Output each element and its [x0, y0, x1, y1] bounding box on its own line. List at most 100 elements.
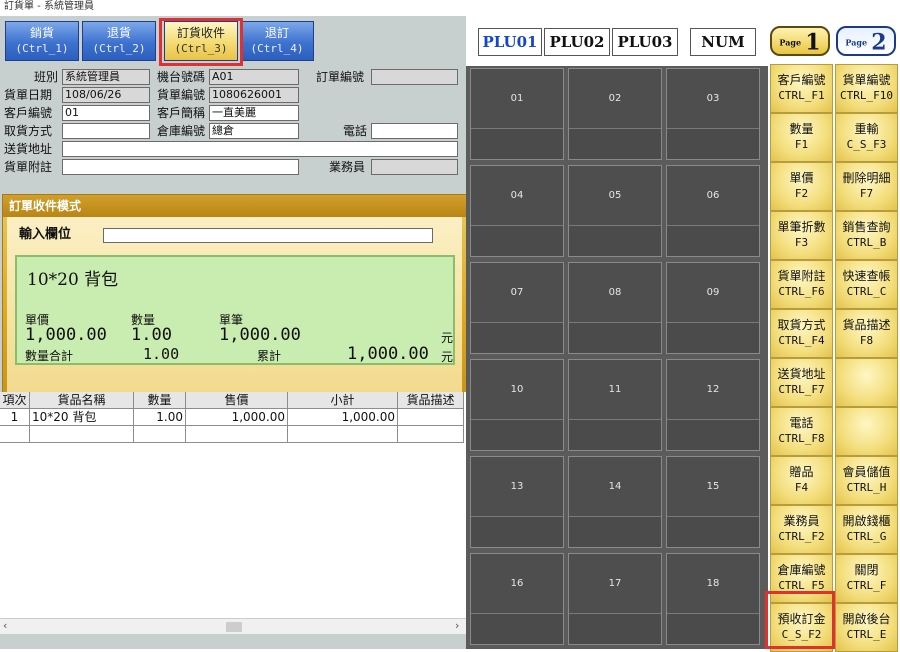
plu-button-10[interactable]: 10: [470, 359, 564, 451]
table-cell-qty[interactable]: 1.00: [134, 409, 186, 426]
doc-no-field[interactable]: 1080626001: [209, 87, 299, 103]
customer-no-field[interactable]: 01: [62, 105, 150, 121]
tab-plu01[interactable]: PLU01: [478, 28, 542, 56]
table-empty-cell[interactable]: [0, 426, 30, 443]
table-cell-desc[interactable]: [398, 409, 464, 426]
col-header-desc: 貨品描述: [398, 392, 464, 409]
function-key-c-s-f3[interactable]: 重輸 C_S_F3: [835, 113, 898, 162]
plu-button-label: 07: [471, 263, 563, 323]
cumulative-value: 1,000.00: [347, 344, 429, 364]
table-cell-subtotal[interactable]: 1,000.00: [288, 409, 398, 426]
function-key-ctrl-g[interactable]: 開啟錢櫃 CTRL_G: [835, 505, 898, 554]
note-field[interactable]: [62, 159, 299, 175]
unit-price-value: 1,000.00: [25, 325, 107, 345]
page-2-button[interactable]: Page 2: [836, 26, 896, 56]
function-key-label: 取貨方式: [777, 318, 826, 332]
function-key-hotkey: F1: [794, 138, 809, 151]
function-key-f8[interactable]: 貨品描述 F8: [835, 309, 898, 358]
function-key-ctrl-f6[interactable]: 貨單附註 CTRL_F6: [770, 260, 833, 309]
table-cell-price[interactable]: 1,000.00: [186, 409, 288, 426]
pickup-field[interactable]: [62, 123, 150, 139]
plu-button-04[interactable]: 04: [470, 165, 564, 257]
table-empty-cell[interactable]: [186, 426, 288, 443]
plu-button-18[interactable]: 18: [666, 553, 760, 645]
function-key-ctrl-f5[interactable]: 倉庫編號 CTRL_F5: [770, 554, 833, 603]
plu-button-12[interactable]: 12: [666, 359, 760, 451]
order-no-field[interactable]: [371, 69, 458, 85]
plu-button-09[interactable]: 09: [666, 262, 760, 354]
function-key-f7[interactable]: 刪除明細 F7: [835, 162, 898, 211]
plu-button-13[interactable]: 13: [470, 456, 564, 548]
function-key-f1[interactable]: 數量 F1: [770, 113, 833, 162]
plu-button-label: 08: [569, 263, 661, 323]
function-key-ctrl-f10[interactable]: 貨單編號 CTRL_F10: [835, 64, 898, 113]
plu-button-08[interactable]: 08: [568, 262, 662, 354]
function-key-label: 贈品: [789, 465, 814, 479]
function-key-hotkey: CTRL_E: [846, 628, 887, 641]
barcode-input[interactable]: [103, 228, 433, 243]
function-key-f4[interactable]: 贈品 F4: [770, 456, 833, 505]
plu-button-15[interactable]: 15: [666, 456, 760, 548]
table-empty-cell[interactable]: [398, 426, 464, 443]
function-key-ctrl-f8[interactable]: 電話 CTRL_F8: [770, 407, 833, 456]
phone-field[interactable]: [371, 123, 458, 139]
salesperson-field[interactable]: [371, 159, 458, 175]
function-key-ctrl-b[interactable]: 銷售查詢 CTRL_B: [835, 211, 898, 260]
plu-button-label: 01: [471, 69, 563, 129]
function-key-ctrl-e[interactable]: 開啟後台 CTRL_E: [835, 603, 898, 652]
plu-button-06[interactable]: 06: [666, 165, 760, 257]
status-strip: [0, 634, 466, 649]
function-key-blank-15[interactable]: [835, 407, 898, 456]
plu-button-05[interactable]: 05: [568, 165, 662, 257]
function-key-ctrl-c[interactable]: 快速查帳 CTRL_C: [835, 260, 898, 309]
function-key-hotkey: C_S_F3: [846, 138, 887, 151]
tab-plu02[interactable]: PLU02: [544, 28, 610, 56]
date-field[interactable]: 108/06/26: [62, 87, 150, 103]
horizontal-scrollbar[interactable]: ‹ ›: [0, 618, 466, 634]
terminal-field[interactable]: A01: [209, 69, 299, 85]
function-key-c-s-f2[interactable]: 預收訂金 C_S_F2: [770, 603, 833, 652]
terminal-label: 機台號碼: [157, 70, 206, 84]
tab-sales[interactable]: 銷貨 (Ctrl_1): [5, 21, 79, 61]
function-key-f2[interactable]: 單價 F2: [770, 162, 833, 211]
function-key-ctrl-f4[interactable]: 取貨方式 CTRL_F4: [770, 309, 833, 358]
plu-button-14[interactable]: 14: [568, 456, 662, 548]
tab-order-receive[interactable]: 訂貨收件 (Ctrl_3): [164, 21, 238, 61]
table-empty-cell[interactable]: [288, 426, 398, 443]
shift-field[interactable]: 系統管理員: [62, 69, 150, 85]
plu-button-16[interactable]: 16: [470, 553, 564, 645]
function-key-ctrl-f7[interactable]: 送貨地址 CTRL_F7: [770, 358, 833, 407]
function-key-f3[interactable]: 單筆折數 F3: [770, 211, 833, 260]
address-field[interactable]: [62, 141, 458, 157]
plu-button-label: 12: [667, 360, 759, 420]
warehouse-field[interactable]: 總倉: [209, 123, 299, 139]
function-key-ctrl-h[interactable]: 會員儲值 CTRL_H: [835, 456, 898, 505]
scroll-left-icon[interactable]: ‹: [3, 619, 7, 632]
scroll-right-icon[interactable]: ›: [455, 619, 459, 632]
function-key-blank-13[interactable]: [835, 358, 898, 407]
plu-button-02[interactable]: 02: [568, 68, 662, 160]
tab-cancel-order[interactable]: 退訂 (Ctrl_4): [240, 21, 314, 61]
customer-name-field[interactable]: 一直美麗: [209, 105, 299, 121]
plu-button-label: 06: [667, 166, 759, 226]
tab-plu03[interactable]: PLU03: [612, 28, 678, 56]
plu-button-03[interactable]: 03: [666, 68, 760, 160]
plu-button-07[interactable]: 07: [470, 262, 564, 354]
plu-button-01[interactable]: 01: [470, 68, 564, 160]
plu-button-11[interactable]: 11: [568, 359, 662, 451]
table-cell-name[interactable]: 10*20 背包: [30, 409, 134, 426]
table-empty-cell[interactable]: [30, 426, 134, 443]
tab-returns[interactable]: 退貨 (Ctrl_2): [82, 21, 156, 61]
scroll-thumb[interactable]: [226, 622, 242, 632]
function-key-ctrl-f[interactable]: 關閉 CTRL_F: [835, 554, 898, 603]
function-key-label: 重輸: [854, 122, 879, 136]
function-key-ctrl-f1[interactable]: 客戶編號 CTRL_F1: [770, 64, 833, 113]
page-1-button[interactable]: Page 1: [770, 26, 830, 56]
col-header-qty: 數量: [134, 392, 186, 409]
table-cell-index[interactable]: 1: [0, 409, 30, 426]
table-empty-cell[interactable]: [134, 426, 186, 443]
order-receive-panel: 訂單收件模式 輸入欄位 10*20 背包 單價 數量 單筆 1,000.00 1…: [2, 194, 466, 404]
plu-button-17[interactable]: 17: [568, 553, 662, 645]
tab-num[interactable]: NUM: [690, 28, 756, 56]
function-key-ctrl-f2[interactable]: 業務員 CTRL_F2: [770, 505, 833, 554]
